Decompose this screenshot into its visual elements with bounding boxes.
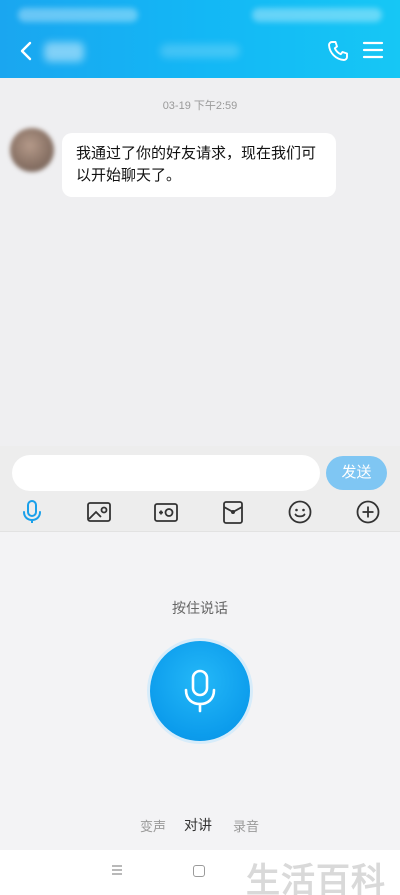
message-input-bar: 发送 (0, 446, 400, 492)
hamburger-menu-icon (362, 41, 384, 59)
message-input[interactable] (12, 455, 320, 491)
microphone-icon (184, 669, 216, 713)
contact-name-blurred (44, 42, 84, 62)
contact-avatar[interactable] (10, 128, 54, 172)
image-tab[interactable] (86, 499, 112, 525)
input-toolbar (0, 492, 400, 532)
red-packet-tab[interactable] (220, 499, 246, 525)
chevron-left-icon (20, 41, 32, 61)
message-list[interactable]: 03-19 下午2:59 我通过了你的好友请求，现在我们可以开始聊天了。 (0, 78, 400, 446)
contact-status-blurred (160, 44, 240, 58)
phone-icon (328, 41, 348, 61)
hold-to-talk-label: 按住说话 (172, 600, 228, 616)
chat-header (0, 0, 400, 78)
system-nav-bar: 生活百科 (0, 850, 400, 895)
send-button[interactable]: 发送 (326, 456, 387, 490)
status-bar-left-blurred (18, 8, 138, 22)
hold-to-talk-button[interactable] (150, 641, 250, 741)
message-bubble[interactable]: 我通过了你的好友请求，现在我们可以开始聊天了。 (62, 133, 336, 197)
mode-record[interactable]: 录音 (233, 816, 259, 835)
mode-walkie-talkie[interactable]: 对讲 (184, 815, 212, 835)
camera-tab[interactable] (153, 499, 179, 525)
status-bar (0, 0, 400, 30)
call-button[interactable] (326, 39, 350, 63)
home-button[interactable] (193, 865, 205, 877)
back-button[interactable] (14, 38, 40, 64)
voice-panel: 按住说话 变声 对讲 录音 (0, 532, 400, 850)
red-packet-icon (223, 501, 243, 524)
message-timestamp: 03-19 下午2:59 (162, 100, 238, 112)
more-tab[interactable] (355, 499, 381, 525)
microphone-icon (23, 500, 41, 523)
menu-button[interactable] (362, 39, 384, 61)
mode-voice-changer[interactable]: 变声 (140, 816, 166, 835)
emoji-icon (288, 500, 312, 524)
menu-lines-icon (112, 865, 122, 875)
status-bar-right-blurred (252, 8, 382, 22)
image-icon (87, 502, 111, 522)
watermark-text: 生活百科 (246, 861, 386, 895)
camera-icon (154, 503, 178, 522)
voice-tab[interactable] (19, 499, 45, 525)
plus-circle-icon (356, 500, 380, 524)
recent-apps-button[interactable] (110, 863, 124, 877)
emoji-tab[interactable] (287, 499, 313, 525)
